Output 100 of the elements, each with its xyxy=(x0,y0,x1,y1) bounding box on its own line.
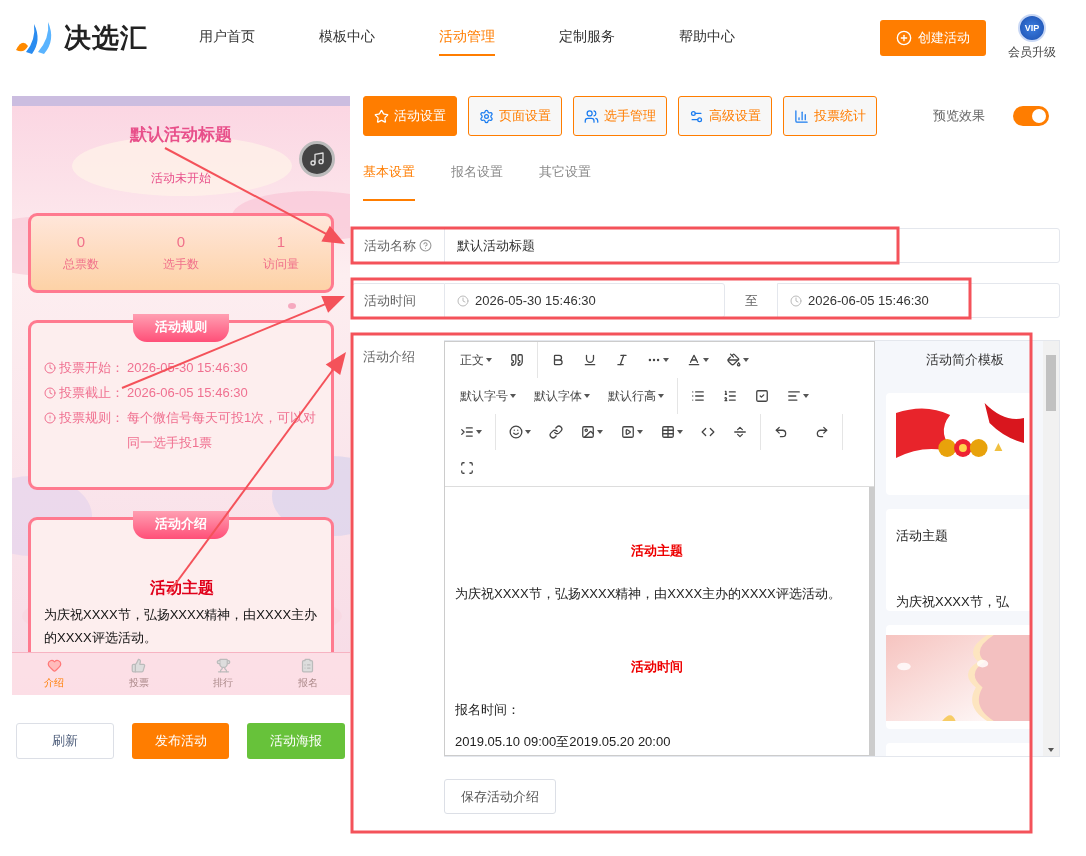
template-card[interactable]: 活动主题 为庆祝XXXX节，弘 xyxy=(886,509,1032,611)
template-card[interactable] xyxy=(886,393,1032,495)
end-time-field[interactable]: 2026-06-05 15:46:30 xyxy=(777,283,1060,318)
template-text: 为庆祝XXXX节，弘 xyxy=(896,593,1010,611)
dropdown-button[interactable]: 正文 xyxy=(451,342,501,378)
dropdown-button[interactable]: 默认行高 xyxy=(599,378,673,414)
tab-button[interactable]: 高级设置 xyxy=(678,96,772,136)
tab-button[interactable]: 选手管理 xyxy=(573,96,667,136)
nav-link[interactable]: 模板中心 xyxy=(319,19,375,56)
field-label: 活动时间 xyxy=(364,291,416,310)
bottom-nav-item[interactable]: 报名 xyxy=(265,653,350,695)
sub-tab[interactable]: 报名设置 xyxy=(451,163,503,201)
rule-label: 投票截止： xyxy=(59,384,124,402)
action-button[interactable]: 发布活动 xyxy=(131,723,230,759)
toggle-label: 预览效果 xyxy=(933,107,985,125)
vip-label[interactable]: 会员升级 xyxy=(1008,44,1056,61)
rule-value: 2026-06-05 15:46:30 xyxy=(127,384,248,402)
tab-button[interactable]: 页面设置 xyxy=(468,96,562,136)
music-icon xyxy=(309,151,325,167)
caret-icon xyxy=(663,358,669,362)
vip-badge[interactable]: VIP xyxy=(1018,14,1046,42)
font-color-icon xyxy=(687,353,701,367)
clock-icon xyxy=(457,294,469,307)
underline-icon xyxy=(583,353,597,367)
code-icon xyxy=(701,425,715,439)
divider-icon xyxy=(733,425,747,439)
star-icon xyxy=(374,108,389,124)
stat-value: 0 xyxy=(176,233,186,250)
caret-icon xyxy=(525,430,531,434)
bottom-nav-item[interactable]: 排行 xyxy=(181,653,266,695)
caret-icon xyxy=(486,358,492,362)
checklist-icon xyxy=(755,389,769,403)
editor-paragraph: 报名时间： xyxy=(455,701,521,719)
background-color-icon xyxy=(727,353,741,367)
activity-title: 默认活动标题 xyxy=(129,124,233,146)
italic-icon xyxy=(615,353,629,367)
gear-icon xyxy=(479,108,494,124)
stat-label: 访问量 xyxy=(263,256,299,273)
bold-icon xyxy=(551,353,565,367)
action-button[interactable]: 刷新 xyxy=(16,723,114,759)
field-label: 活动名称 xyxy=(364,236,416,255)
start-time-field[interactable]: 2026-05-30 15:46:30 xyxy=(444,283,725,318)
fullscreen-icon xyxy=(460,461,474,475)
caret-icon xyxy=(703,358,709,362)
tab-button[interactable]: 活动设置 xyxy=(363,96,457,136)
rule-label: 投票规则： xyxy=(59,409,124,427)
indent-icon xyxy=(460,425,474,439)
save-button[interactable]: 保存活动介绍 xyxy=(444,779,556,814)
field-label: 活动介绍 xyxy=(362,348,416,366)
bar-chart-icon xyxy=(794,108,809,124)
caret-icon xyxy=(803,394,809,398)
plus-icon xyxy=(896,29,912,46)
clipboard-icon xyxy=(300,658,316,673)
link-icon xyxy=(549,425,563,439)
scrollbar-thumb[interactable] xyxy=(1046,355,1056,411)
name-field[interactable]: 默认活动标题 xyxy=(444,228,1060,263)
editor-heading: 活动时间 xyxy=(630,658,684,676)
align-icon xyxy=(787,389,801,403)
dropdown-button[interactable]: 默认字体 xyxy=(525,378,599,414)
trophy-icon xyxy=(215,658,231,673)
caret-icon xyxy=(597,430,603,434)
nav-link[interactable]: 活动管理 xyxy=(439,19,495,56)
clock-icon xyxy=(790,294,802,307)
range-separator: 至 xyxy=(743,291,759,310)
editor-heading: 活动主题 xyxy=(630,542,684,560)
activity-status: 活动未开始 xyxy=(150,170,212,187)
template-panel-title: 活动简介模板 xyxy=(924,351,1005,369)
nav-link[interactable]: 定制服务 xyxy=(559,19,615,56)
card-ribbon: 活动规则 xyxy=(133,314,229,342)
create-button[interactable]: 创建活动 xyxy=(880,19,986,56)
caret-icon xyxy=(658,394,664,398)
clock-icon xyxy=(44,361,56,374)
sub-tab[interactable]: 其它设置 xyxy=(539,163,591,201)
users-icon xyxy=(584,108,599,124)
nav-link[interactable]: 用户首页 xyxy=(199,19,255,56)
logo-text: 决选汇 xyxy=(64,21,148,55)
card-ribbon: 活动介绍 xyxy=(133,511,229,539)
alert-icon xyxy=(44,411,56,424)
caret-icon xyxy=(584,394,590,398)
settings-icon xyxy=(689,108,704,124)
redo-icon xyxy=(815,425,829,439)
template-title: 活动主题 xyxy=(896,527,949,545)
help-icon[interactable] xyxy=(419,239,432,252)
intro-text: 为庆祝XXXX节，弘扬XXXX精神，由XXXX主办的XXXX评选活动。 xyxy=(44,606,319,647)
clock-icon xyxy=(44,386,56,399)
nav-link[interactable]: 帮助中心 xyxy=(679,19,735,56)
tab-button[interactable]: 投票统计 xyxy=(783,96,877,136)
scrollbar[interactable] xyxy=(1043,341,1059,756)
sub-tab[interactable]: 基本设置 xyxy=(363,163,415,201)
video-icon xyxy=(621,425,635,439)
bottom-nav-item[interactable]: 投票 xyxy=(96,653,181,695)
stat-value: 0 xyxy=(76,233,86,250)
editor-paragraph: 2019.05.10 09:00至2019.05.20 20:00 xyxy=(455,733,672,751)
heart-icon xyxy=(46,658,62,673)
toggle-knob[interactable] xyxy=(1032,109,1046,123)
caret-icon xyxy=(637,430,643,434)
stat-label: 选手数 xyxy=(163,256,199,273)
preview-toggle[interactable] xyxy=(1013,106,1049,126)
dropdown-button[interactable]: 默认字号 xyxy=(451,378,525,414)
stat-label: 总票数 xyxy=(63,256,99,273)
